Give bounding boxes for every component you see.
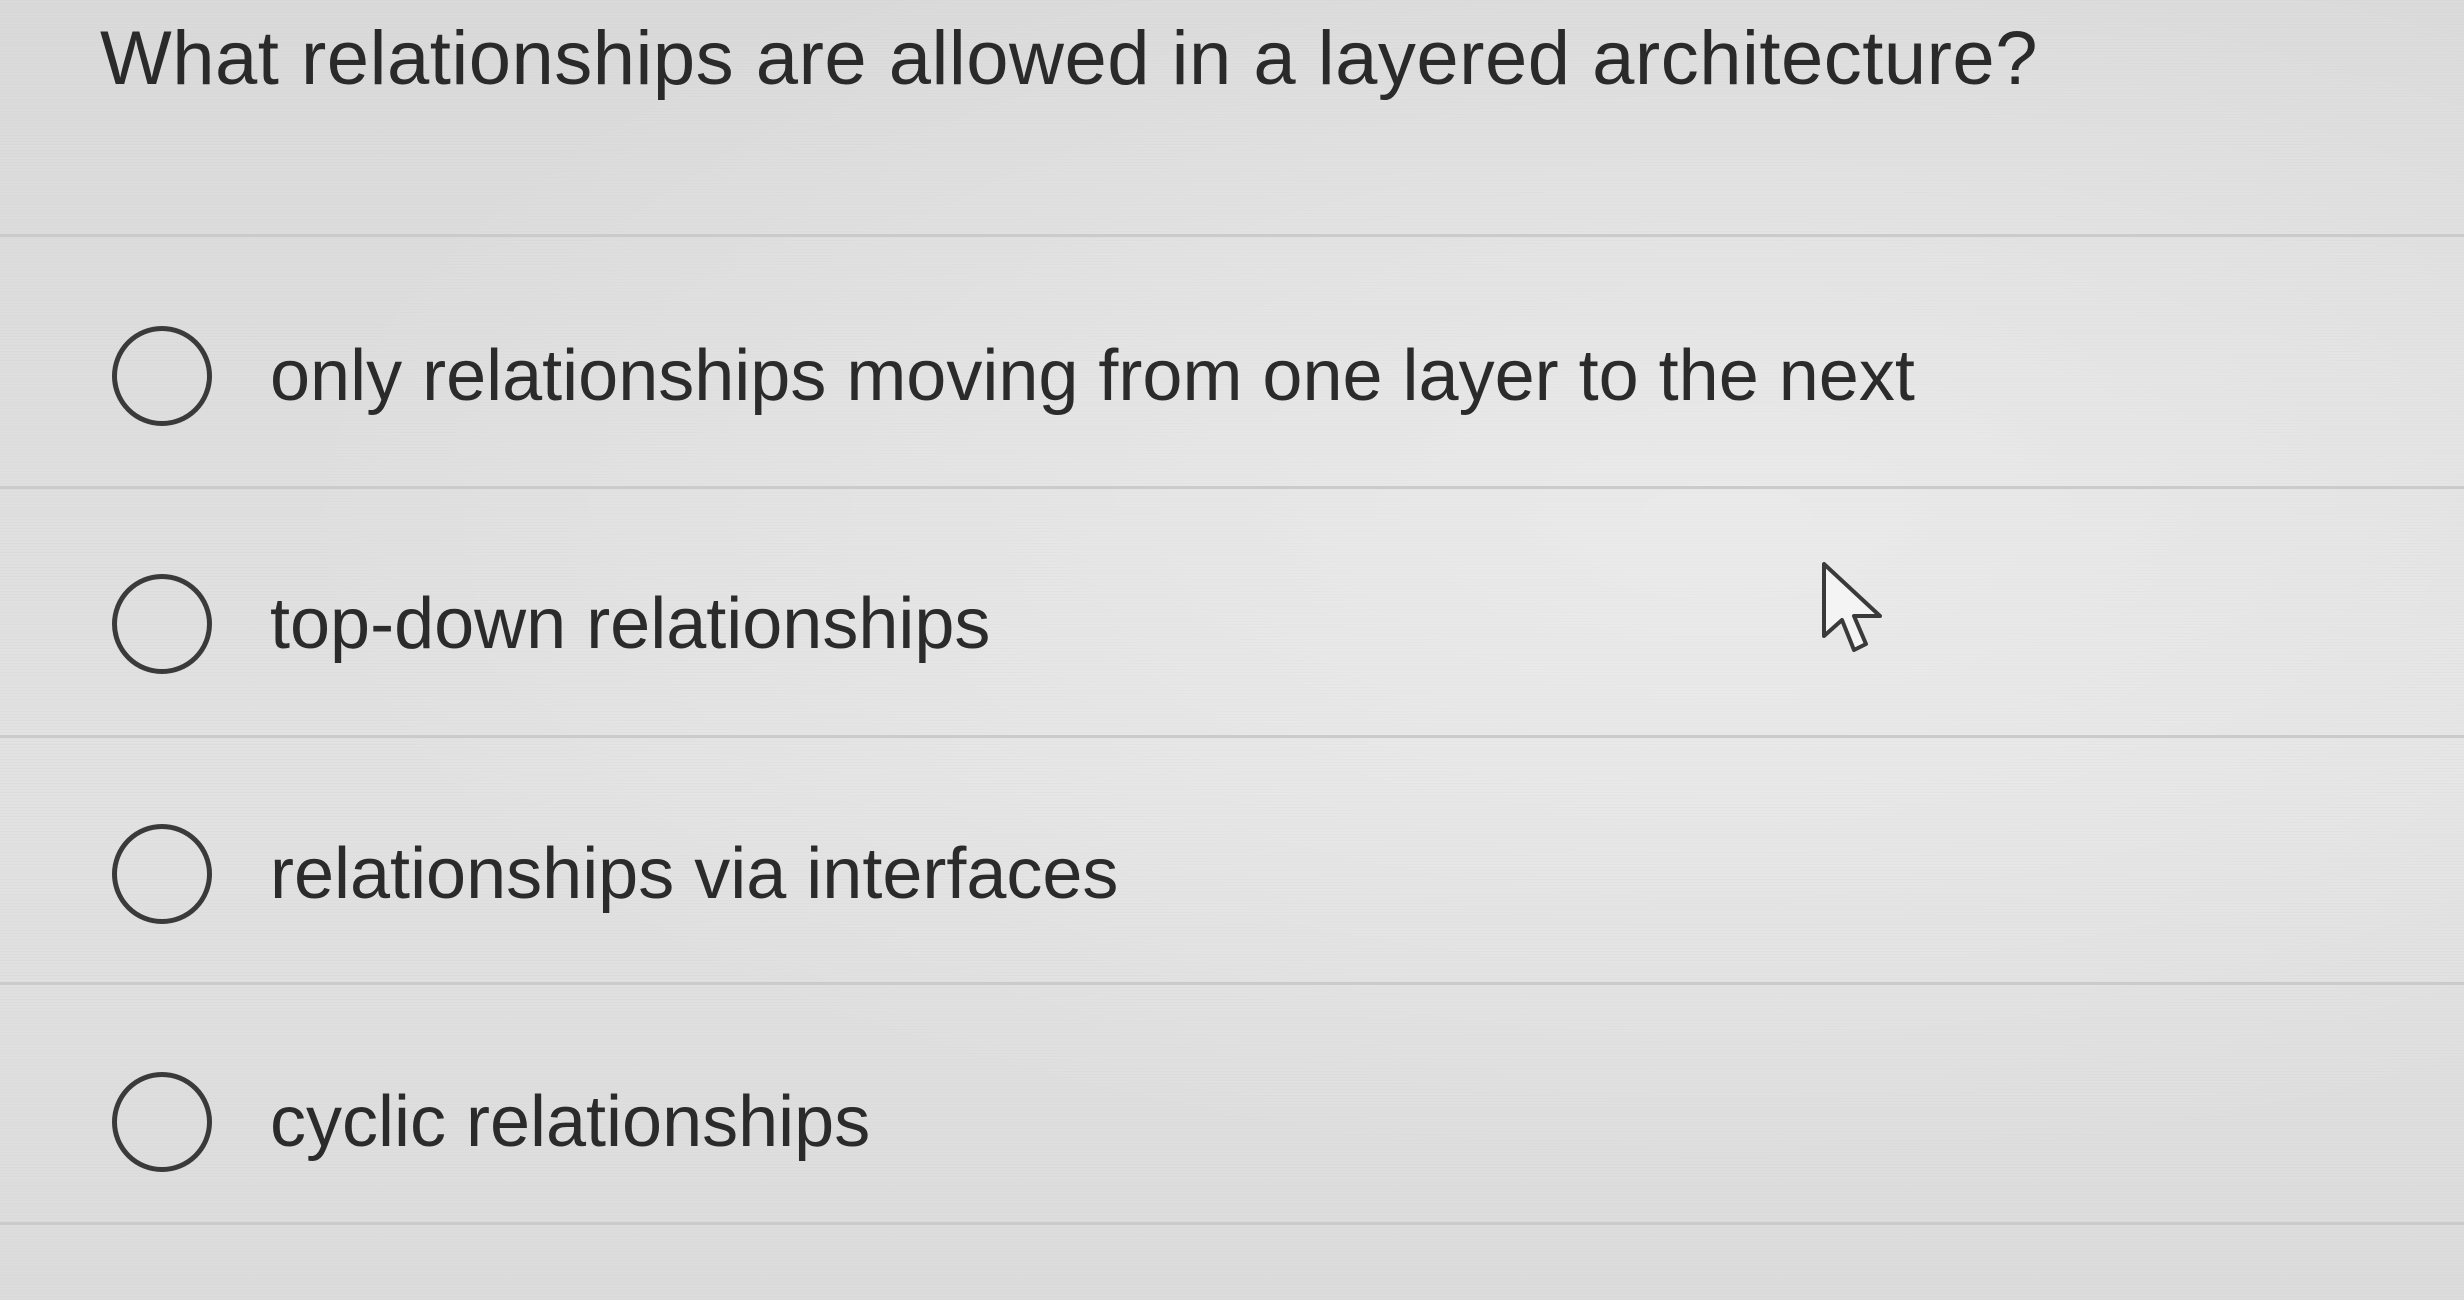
answer-options: only relationships moving from one layer…	[0, 0, 2464, 1300]
divider	[0, 982, 2464, 985]
quiz-screen: What relationships are allowed in a laye…	[0, 0, 2464, 1300]
radio-button-icon[interactable]	[112, 1072, 212, 1172]
radio-button-icon[interactable]	[112, 326, 212, 426]
answer-option-label: top-down relationships	[270, 584, 991, 664]
answer-option-2[interactable]: top-down relationships	[0, 492, 2464, 740]
answer-option-4[interactable]: cyclic relationships	[0, 988, 2464, 1236]
divider	[0, 1222, 2464, 1225]
answer-option-3[interactable]: relationships via interfaces	[0, 741, 2464, 989]
divider	[0, 735, 2464, 738]
answer-option-label: cyclic relationships	[270, 1082, 871, 1162]
radio-button-icon[interactable]	[112, 574, 212, 674]
radio-button-icon[interactable]	[112, 824, 212, 924]
divider	[0, 486, 2464, 489]
answer-option-label: relationships via interfaces	[270, 834, 1119, 914]
mouse-pointer-arrow-icon	[1822, 562, 1882, 652]
answer-option-label: only relationships moving from one layer…	[270, 336, 1915, 416]
answer-option-1[interactable]: only relationships moving from one layer…	[0, 240, 2464, 488]
